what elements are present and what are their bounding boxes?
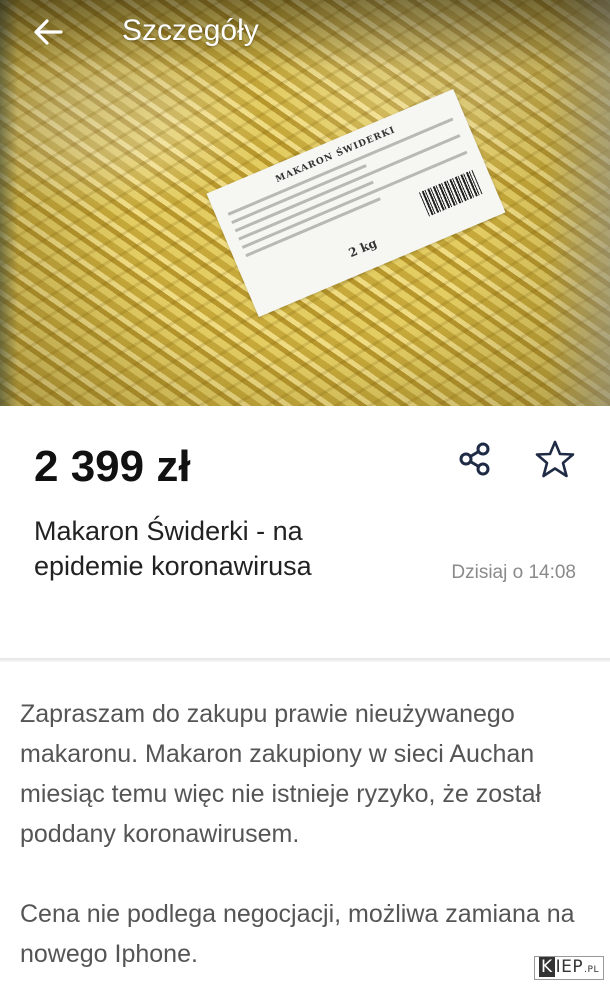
favorite-button[interactable] [534, 438, 576, 480]
listing-card: 2 399 zł Makaron Świderki - na epidemie … [0, 406, 610, 660]
description-paragraph: Zapraszam do zakupu prawie nieużywanego … [20, 700, 542, 848]
barcode [418, 169, 483, 217]
back-button[interactable] [30, 14, 66, 50]
watermark-k: K [539, 957, 555, 977]
app-bar: Szczegóły [0, 0, 610, 68]
watermark-text: IEP [555, 957, 584, 977]
product-photo[interactable]: MAKARON ŚWIDERKI 2 kg Szczegóły [0, 0, 610, 406]
listing-title: Makaron Świderki - na epidemie koronawir… [34, 516, 312, 581]
description-paragraph: Cena nie podlega negocjacji, możliwa zam… [20, 900, 575, 968]
package-weight: 2 kg [346, 235, 379, 261]
star-outline-icon [535, 440, 575, 478]
share-button[interactable] [456, 440, 494, 478]
share-icon [459, 442, 490, 476]
listing-date: Dzisiaj o 14:08 [451, 562, 576, 583]
page-title: Szczegóły [122, 14, 259, 47]
section-divider [0, 658, 610, 662]
package-label: MAKARON ŚWIDERKI 2 kg [206, 88, 506, 318]
watermark-tld: .PL [584, 965, 599, 975]
listing-description: Zapraszam do zakupu prawie nieużywanego … [20, 694, 595, 991]
price: 2 399 zł [34, 442, 191, 491]
kiep-watermark: K IEP .PL [534, 956, 604, 980]
arrow-left-icon [34, 19, 63, 45]
